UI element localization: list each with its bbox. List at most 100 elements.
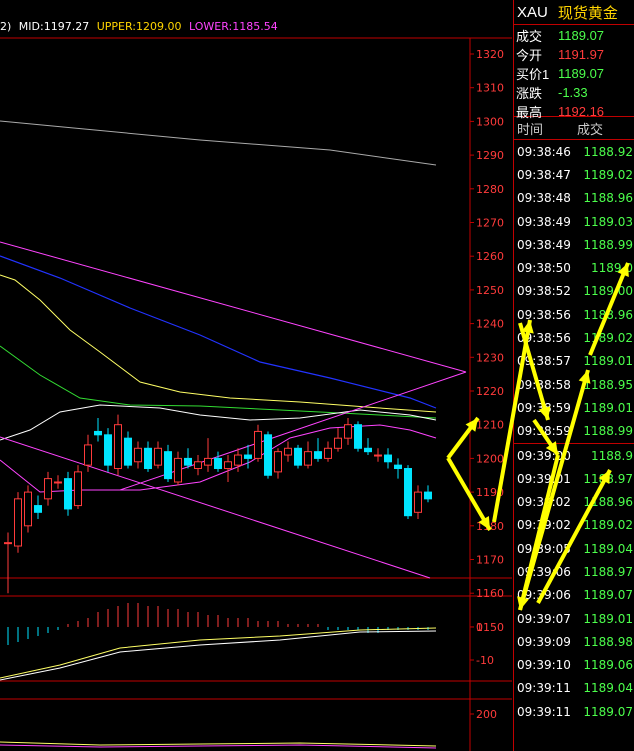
tick-row[interactable]: 09:38:47 1189.02 xyxy=(514,163,634,186)
symbol-code: XAU xyxy=(517,3,548,21)
quote-panel: XAU 现货黄金 成交 1189.07 今开 1191.97 买价1 1189.07 涨跌 -… xyxy=(513,0,634,751)
tick-row[interactable]: 09:38:48 1188.96 xyxy=(514,187,634,210)
candle xyxy=(194,455,202,476)
tick-time: 09:39:07 xyxy=(517,611,571,626)
candle xyxy=(304,441,312,469)
tick-row[interactable]: 09:39:00 1188.9 xyxy=(514,444,634,467)
tick-price: 1188.97 xyxy=(583,471,633,486)
candle-body xyxy=(204,457,212,466)
tick-row[interactable]: 09:39:06 1188.97 xyxy=(514,560,634,583)
candle xyxy=(384,448,392,469)
price-tick-label: 1270 xyxy=(476,217,504,230)
tick-row[interactable]: 09:39:11 1189.04 xyxy=(514,677,634,700)
quote-row: 成交 1189.07 xyxy=(514,26,634,45)
tick-price: 1189.01 xyxy=(583,400,633,415)
tick-time: 09:39:06 xyxy=(517,564,571,579)
tick-row[interactable]: 09:39:02 1189.02 xyxy=(514,514,634,537)
candle-body xyxy=(194,461,202,470)
price-tick-label: 1250 xyxy=(476,284,504,297)
candle-body xyxy=(174,457,182,483)
tick-price: 1188.96 xyxy=(583,191,633,206)
candle xyxy=(354,421,362,452)
candle-body xyxy=(304,451,312,466)
tick-row[interactable]: 09:38:49 1189.03 xyxy=(514,210,634,233)
candle xyxy=(374,448,382,462)
tick-row[interactable]: 09:39:01 1188.97 xyxy=(514,467,634,490)
price-tick-label: 1300 xyxy=(476,115,504,128)
tick-row[interactable]: 09:38:46 1188.92 xyxy=(514,140,634,163)
quote-value: 1189.07 xyxy=(558,66,605,81)
candle-body xyxy=(134,447,142,463)
tick-price: 1188.92 xyxy=(583,144,633,159)
tick-price: 1189.01 xyxy=(583,611,633,626)
tick-price: 1189.07 xyxy=(583,704,633,719)
quote-value: -1.33 xyxy=(558,85,588,100)
candle xyxy=(224,455,232,482)
price-tick-label: 1210 xyxy=(476,419,504,432)
tick-row[interactable]: 09:39:09 1188.98 xyxy=(514,630,634,653)
price-tick-label: 1240 xyxy=(476,318,504,331)
candle-body xyxy=(24,491,32,527)
price-tick-label: 1290 xyxy=(476,149,504,162)
candle xyxy=(324,441,332,462)
candle xyxy=(164,444,172,482)
candle-body xyxy=(324,447,332,459)
price-tick-label: 1170 xyxy=(476,554,504,567)
candle-body xyxy=(314,451,322,459)
chart-area[interactable]: 1320 1310 1300 1290 1280 1270 1260 1250 1240 1230… xyxy=(0,0,512,751)
tick-time: 09:38:56 xyxy=(517,307,571,322)
tick-row[interactable]: 09:39:06 1189.07 xyxy=(514,584,634,607)
tick-row[interactable]: 09:38:56 1189.02 xyxy=(514,326,634,349)
ticks-header-price: 成交 xyxy=(577,121,604,137)
tick-row[interactable]: 09:39:10 1189.06 xyxy=(514,654,634,677)
tick-time: 09:39:09 xyxy=(517,634,571,649)
price-tick-label: 1160 xyxy=(476,587,504,600)
tick-row[interactable]: 09:39:11 1189.07 xyxy=(514,700,634,723)
tick-price: 1188.9 xyxy=(591,448,633,463)
tick-row[interactable]: 09:38:50 1189.0 xyxy=(514,256,634,279)
tick-row[interactable]: 09:39:02 1188.96 xyxy=(514,490,634,513)
candle xyxy=(124,431,132,469)
tick-row[interactable]: 09:38:56 1188.96 xyxy=(514,303,634,326)
vol-tick-label: 200 xyxy=(476,708,497,721)
symbol-header[interactable]: XAU 现货黄金 xyxy=(514,0,634,25)
candle-body xyxy=(224,461,232,470)
candle xyxy=(204,438,212,472)
candle-body xyxy=(264,434,272,476)
ticks-header: 时间 成交 xyxy=(514,117,634,140)
tick-row[interactable]: 09:39:05 1189.04 xyxy=(514,537,634,560)
tick-price: 1189.07 xyxy=(583,588,633,603)
candle xyxy=(424,485,432,503)
candle xyxy=(24,485,32,533)
candle-body xyxy=(34,505,42,513)
tick-time: 09:39:01 xyxy=(517,471,571,486)
tick-time: 09:39:00 xyxy=(517,448,571,463)
tick-row[interactable]: 09:39:07 1189.01 xyxy=(514,607,634,630)
quote-value: 1192.16 xyxy=(558,104,605,119)
tick-row[interactable]: 09:38:59 1189.01 xyxy=(514,396,634,419)
candle xyxy=(274,448,282,479)
ticks-list[interactable]: 09:38:46 1188.92 09:38:47 1189.02 09:38:48 11… xyxy=(514,140,634,723)
candle xyxy=(334,428,342,452)
candle xyxy=(184,448,192,469)
tick-row[interactable]: 09:38:57 1189.01 xyxy=(514,350,634,373)
candle xyxy=(214,451,222,472)
tick-time: 09:38:58 xyxy=(517,377,571,392)
tick-time: 09:38:46 xyxy=(517,144,571,159)
candle xyxy=(114,414,122,476)
tick-price: 1188.99 xyxy=(583,237,633,252)
tick-row[interactable]: 09:38:59 1188.99 xyxy=(514,420,634,443)
candle-body xyxy=(404,468,412,517)
candle-body xyxy=(244,454,252,459)
tick-price: 1189.04 xyxy=(583,541,633,556)
tick-time: 09:38:59 xyxy=(517,400,571,415)
tick-row[interactable]: 09:38:52 1189.00 xyxy=(514,280,634,303)
candlestick-chart[interactable]: 1320 1310 1300 1290 1280 1270 1260 1250 1240 1230… xyxy=(0,0,512,751)
tick-price: 1188.96 xyxy=(583,495,633,510)
candle xyxy=(394,458,402,479)
tick-row[interactable]: 09:38:58 1188.95 xyxy=(514,373,634,396)
tick-row[interactable]: 09:38:49 1188.99 xyxy=(514,233,634,256)
macd-dea-line xyxy=(0,627,437,679)
candle-body xyxy=(184,457,192,466)
tick-time: 09:38:56 xyxy=(517,331,571,346)
